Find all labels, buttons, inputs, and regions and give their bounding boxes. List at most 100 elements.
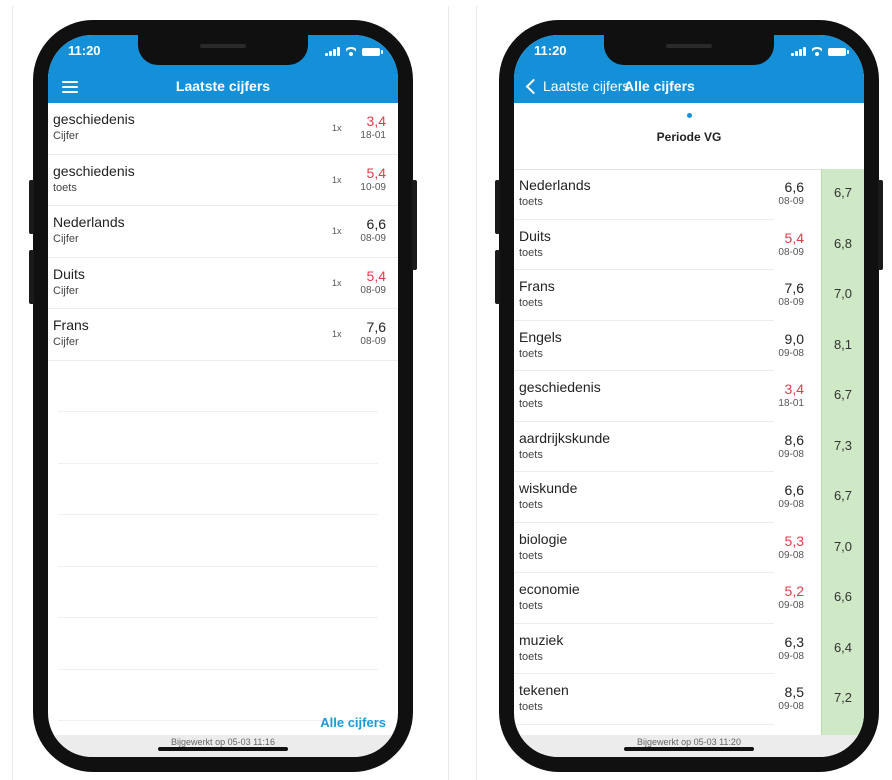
subject-name: Frans xyxy=(519,278,555,294)
grade-date: 10-09 xyxy=(360,181,386,193)
volume-down-button xyxy=(29,250,34,304)
left-phone: 11:20 Laatste cijfers geschiedenis Cijfer… xyxy=(29,20,417,772)
subject-name: economie xyxy=(519,581,580,597)
notch xyxy=(138,35,308,65)
period-label: Periode VG xyxy=(656,130,722,144)
home-indicator[interactable] xyxy=(624,747,754,751)
grade-date: 09-08 xyxy=(778,448,804,460)
power-button xyxy=(878,180,883,270)
cellular-signal-icon xyxy=(325,47,340,56)
grade-date: 08-09 xyxy=(778,196,804,207)
grade-value: 5,4 xyxy=(366,164,386,181)
empty-row xyxy=(58,361,378,412)
average-value: 7,2 xyxy=(833,690,853,705)
grade-date: 09-08 xyxy=(778,499,804,510)
empty-row xyxy=(58,515,378,567)
status-time: 11:20 xyxy=(534,43,567,58)
frame-divider-mid xyxy=(448,6,449,780)
average-value: 8,1 xyxy=(833,336,853,352)
grade-value: 7,6 xyxy=(784,280,804,296)
grade-value: 6,6 xyxy=(784,482,804,498)
grade-value: 6,6 xyxy=(366,216,386,232)
grade-value: 5,4 xyxy=(366,267,386,284)
frame-divider-left xyxy=(12,6,13,780)
back-button-label: Laatste cijfers xyxy=(543,78,630,94)
grade-date: 09-08 xyxy=(778,600,804,611)
empty-row xyxy=(58,464,378,515)
grade-row[interactable]: geschiedenis toets 1x 5,4 10-09 xyxy=(48,155,398,206)
all-grades-link[interactable]: Alle cijfers xyxy=(320,715,386,730)
left-screen: 11:20 Laatste cijfers geschiedenis Cijfer… xyxy=(48,35,398,757)
average-value: 6,4 xyxy=(833,639,853,655)
average-value: 6,8 xyxy=(833,235,853,251)
notch xyxy=(604,35,774,65)
grade-type: toets xyxy=(519,549,543,562)
page-title: Laatste cijfers xyxy=(175,78,271,94)
empty-row xyxy=(58,412,378,464)
grade-type: Cijfer xyxy=(53,130,79,142)
status-icons xyxy=(325,46,383,56)
volume-down-button xyxy=(495,250,500,304)
battery-icon xyxy=(828,48,849,56)
grade-date: 09-08 xyxy=(778,650,804,662)
updated-text: Bijgewerkt op 05-03 11:20 xyxy=(637,737,741,747)
subject-name: wiskunde xyxy=(519,480,578,496)
grade-type: toets xyxy=(519,196,543,208)
grade-value: 6,6 xyxy=(784,179,804,195)
grade-date: 09-08 xyxy=(778,549,804,561)
subject-name: geschiedenis xyxy=(53,162,135,179)
grade-row[interactable]: Engels toets 9,0 09-08 8,1 xyxy=(514,321,864,372)
grade-date: 08-09 xyxy=(778,297,804,308)
grade-row[interactable]: geschiedenis Cijfer 1x 3,4 18-01 xyxy=(48,103,398,155)
grade-date: 18-01 xyxy=(360,130,386,141)
grade-row[interactable]: geschiedenis toets 3,4 18-01 6,7 xyxy=(514,371,864,422)
frame-divider-right xyxy=(476,6,477,780)
subject-name: Engels xyxy=(519,328,562,345)
grade-weight: 1x xyxy=(332,329,342,339)
right-screen: 11:20 Laatste cijfers Alle cijfers Perio… xyxy=(514,35,864,757)
grade-type: Cijfer xyxy=(53,233,79,245)
average-value: 6,6 xyxy=(833,589,853,604)
average-value: 7,0 xyxy=(833,286,853,301)
grade-value: 5,2 xyxy=(784,583,804,599)
chevron-left-icon xyxy=(525,78,542,94)
grade-row[interactable]: Frans Cijfer 1x 7,6 08-09 xyxy=(48,309,398,361)
grade-value: 8,6 xyxy=(784,431,804,448)
grade-date: 08-09 xyxy=(360,233,386,244)
average-value: 6,7 xyxy=(833,185,853,200)
average-value: 7,0 xyxy=(833,538,853,554)
grade-row[interactable]: wiskunde toets 6,6 09-08 6,7 xyxy=(514,472,864,523)
average-value: 7,3 xyxy=(833,437,853,453)
period-selector[interactable]: Periode VG xyxy=(514,103,864,170)
volume-up-button xyxy=(495,180,500,234)
subject-name: Frans xyxy=(53,317,89,333)
back-button[interactable]: Laatste cijfers xyxy=(524,78,629,94)
grade-type: Cijfer xyxy=(53,284,79,297)
grade-row[interactable]: muziek toets 6,3 09-08 6,4 xyxy=(514,624,864,675)
grade-row[interactable]: biologie toets 5,3 09-08 7,0 xyxy=(514,523,864,574)
average-value: 6,7 xyxy=(833,488,853,503)
grade-row[interactable]: economie toets 5,2 09-08 6,6 xyxy=(514,573,864,624)
grade-weight: 1x xyxy=(332,226,342,236)
page-title: Alle cijfers xyxy=(624,78,695,94)
all-grades-list: Nederlands toets 6,6 08-09 6,7 Duits toets 5,4 0… xyxy=(514,169,864,735)
grade-row[interactable]: Duits toets 5,4 08-09 6,8 xyxy=(514,220,864,271)
grade-type: toets xyxy=(519,297,543,309)
subject-name: Nederlands xyxy=(53,214,125,230)
grade-date: 08-09 xyxy=(360,284,386,296)
grade-row[interactable]: Frans toets 7,6 08-09 7,0 xyxy=(514,270,864,321)
grade-weight: 1x xyxy=(332,174,342,185)
grade-row[interactable]: tekenen toets 8,5 09-08 7,2 xyxy=(514,674,864,725)
grade-date: 08-09 xyxy=(778,246,804,258)
grade-row[interactable]: Nederlands toets 6,6 08-09 6,7 xyxy=(514,169,864,220)
grade-row[interactable]: aardrijkskunde toets 8,6 09-08 7,3 xyxy=(514,422,864,473)
home-indicator[interactable] xyxy=(158,747,288,751)
grade-value: 3,4 xyxy=(366,113,386,129)
status-time: 11:20 xyxy=(68,43,101,58)
grade-row[interactable]: Duits Cijfer 1x 5,4 08-09 xyxy=(48,258,398,309)
grade-row[interactable]: Nederlands Cijfer 1x 6,6 08-09 xyxy=(48,206,398,258)
grade-type: toets xyxy=(519,246,543,259)
subject-name: geschiedenis xyxy=(53,111,135,127)
grade-type: Cijfer xyxy=(53,336,79,348)
grade-type: toets xyxy=(519,448,543,461)
